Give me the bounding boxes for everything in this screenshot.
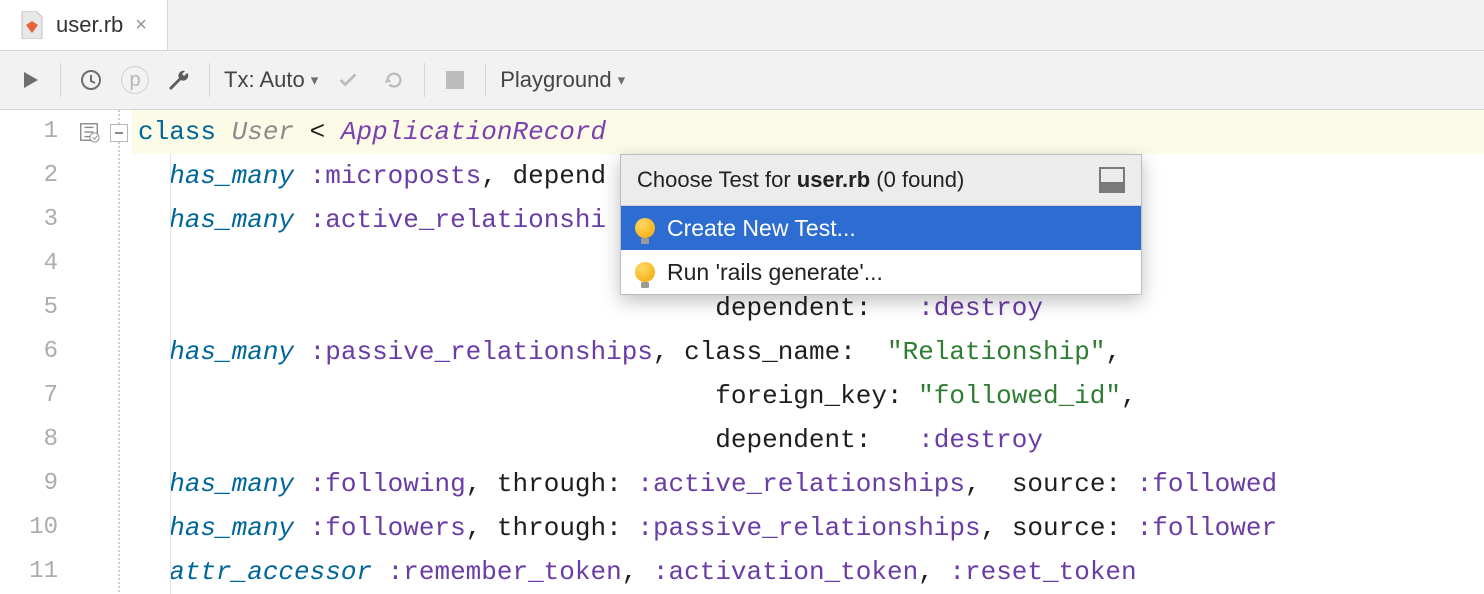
wrench-icon[interactable] [163,64,195,96]
popup-item-rails-generate[interactable]: Run 'rails generate'... [621,250,1141,294]
run-marker-icon[interactable] [70,110,108,154]
line-number: 4 [0,242,70,286]
play-icon[interactable] [14,64,46,96]
separator [485,63,486,97]
pin-icon[interactable] [1099,167,1125,193]
chevron-down-icon: ▾ [618,71,626,89]
line-number: 11 [0,550,70,594]
tx-mode-dropdown[interactable]: Tx: Auto ▾ [224,67,318,93]
line-number: 1 [0,110,70,154]
popup-title: Choose Test for user.rb (0 found) [637,167,964,193]
fold-gutter [108,110,132,592]
line-number: 10 [0,506,70,550]
rollback-icon[interactable] [378,64,410,96]
code-line: dependent: :destroy [132,418,1484,462]
tx-label: Tx: Auto [224,67,305,93]
popup-header: Choose Test for user.rb (0 found) [621,155,1141,206]
line-number: 6 [0,330,70,374]
line-number: 8 [0,418,70,462]
indent-guide [170,154,171,594]
line-number: 5 [0,286,70,330]
tab-label: user.rb [56,12,123,38]
lightbulb-icon [635,218,655,238]
line-number: 7 [0,374,70,418]
popup-item-label: Run 'rails generate'... [667,259,883,286]
test-chooser-popup: Choose Test for user.rb (0 found) Create… [620,154,1142,295]
separator [60,63,61,97]
ruby-file-icon [20,11,44,39]
code-line: class User < ApplicationRecord [132,110,1484,154]
fold-toggle-icon[interactable] [110,124,128,142]
tab-bar: user.rb × [0,0,1484,51]
line-number: 3 [0,198,70,242]
playground-label: Playground [500,67,611,93]
code-line: has_many :passive_relationships, class_n… [132,330,1484,374]
separator [209,63,210,97]
popup-item-label: Create New Test... [667,215,856,242]
code-line: foreign_key: "followed_id", [132,374,1484,418]
stop-icon[interactable] [439,64,471,96]
code-line: attr_accessor :remember_token, :activati… [132,550,1484,594]
line-number: 2 [0,154,70,198]
p-icon[interactable]: p [121,66,149,94]
playground-dropdown[interactable]: Playground ▾ [500,67,625,93]
chevron-down-icon: ▾ [311,71,319,89]
commit-icon[interactable] [332,64,364,96]
line-number: 9 [0,462,70,506]
popup-item-create-test[interactable]: Create New Test... [621,206,1141,250]
close-icon[interactable]: × [135,14,147,37]
line-number-gutter: 1 2 3 4 5 6 7 8 9 10 11 [0,110,70,592]
history-icon[interactable] [75,64,107,96]
lightbulb-icon [635,262,655,282]
file-tab[interactable]: user.rb × [0,0,168,50]
marker-gutter [70,110,108,592]
separator [424,63,425,97]
toolbar: p Tx: Auto ▾ Playground ▾ [0,51,1484,110]
code-line: has_many :following, through: :active_re… [132,462,1484,506]
code-line: has_many :followers, through: :passive_r… [132,506,1484,550]
